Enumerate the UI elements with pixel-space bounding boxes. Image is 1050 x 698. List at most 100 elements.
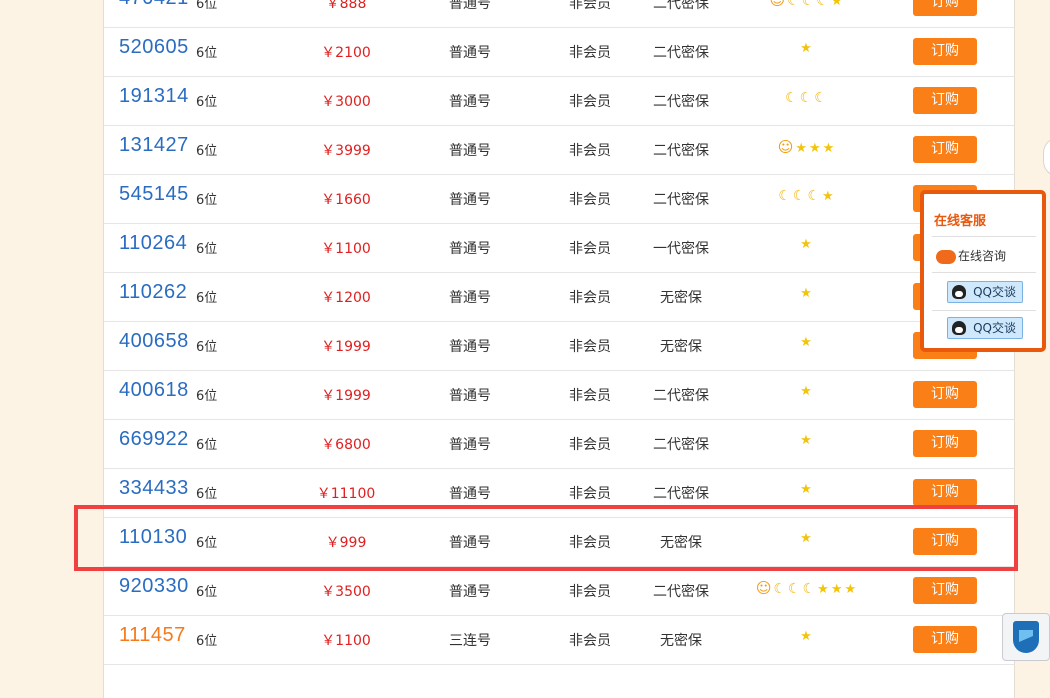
table-row: 400618 6位 ￥1999 普通号 非会员 二代密保 ★ 订购 — [104, 370, 1014, 420]
moon-icon: ☾ — [792, 188, 806, 204]
moon-icon: ☾ — [816, 0, 829, 9]
digit-count: 6位 — [196, 46, 218, 61]
member-status: 非会员 — [569, 486, 611, 502]
level-icons: ★ — [706, 433, 906, 449]
moon-icon: ☾ — [785, 90, 798, 106]
qq-number-link[interactable]: 110262 — [119, 281, 187, 304]
qq-chat-button[interactable]: QQ交谈 — [947, 317, 1023, 339]
sun-icon: ☺ — [769, 0, 786, 9]
table-row: 4006586位￥1999普通号非会员无密保★订购 — [104, 321, 1014, 371]
star-icon: ★ — [800, 433, 812, 448]
price: ￥3999 — [321, 143, 371, 159]
qq-penguin-icon — [952, 285, 966, 299]
level-icons: ☾ ☾ ☾ ★ — [706, 188, 906, 205]
table-row: 1102646位￥1100普通号非会员一代密保★订购 — [104, 223, 1014, 273]
divider — [932, 310, 1036, 311]
number-type: 三连号 — [449, 633, 491, 649]
chat-bubble-icon — [936, 249, 956, 264]
member-status: 非会员 — [569, 94, 611, 110]
moon-icon: ☾ — [787, 0, 800, 9]
table-row: 1102626位￥1200普通号非会员无密保★订购 — [104, 272, 1014, 322]
online-consult-link[interactable]: 在线咨询 — [936, 247, 1006, 264]
qq-number-link[interactable]: 334433 — [119, 477, 189, 500]
digit-count: 6位 — [196, 585, 218, 600]
price: ￥3000 — [321, 94, 371, 110]
order-button[interactable]: 订购 — [913, 381, 977, 408]
order-button[interactable]: 订购 — [913, 626, 977, 653]
qq-number-link[interactable]: 669922 — [119, 428, 189, 451]
qq-number-link[interactable]: 111457 — [119, 624, 186, 647]
order-button[interactable]: 订购 — [913, 577, 977, 604]
star-icon: ★ — [800, 384, 812, 399]
number-type: 普通号 — [449, 339, 491, 355]
side-tab[interactable] — [1043, 137, 1050, 177]
price: ￥888 — [325, 0, 367, 12]
online-service-panel: 在线客服 在线咨询 QQ交谈 QQ交谈 — [920, 190, 1046, 352]
star-icon: ★ — [800, 629, 812, 644]
qq-chat-button[interactable]: QQ交谈 — [947, 281, 1023, 303]
level-icons: ☺ ★ ★ ★ — [706, 139, 906, 157]
price: ￥1999 — [321, 388, 371, 404]
moon-icon: ☾ — [801, 0, 815, 9]
order-button[interactable]: 订购 — [913, 479, 977, 506]
moon-icon: ☾ — [788, 581, 801, 597]
table-row: 669922 6位 ￥6800 普通号 非会员 二代密保 ★ 订购 — [104, 419, 1014, 469]
digit-count: 6位 — [196, 193, 218, 208]
order-button[interactable]: 订购 — [913, 136, 977, 163]
digit-count: 6位 — [196, 487, 218, 502]
table-row: 5451456位￥1660普通号非会员二代密保☾☾☾★订购 — [104, 174, 1014, 224]
star-icon: ★ — [830, 0, 843, 9]
level-icons: ★ — [706, 482, 906, 498]
digit-count: 6位 — [196, 144, 218, 159]
level-icons: ★ — [706, 237, 906, 253]
star-icon: ★ — [800, 41, 812, 56]
level-icons: ★ — [706, 629, 906, 645]
qq-number-link[interactable]: 110264 — [119, 232, 187, 255]
star-icon: ★ — [795, 141, 807, 156]
qq-number-link[interactable]: 470421 — [119, 0, 189, 10]
member-status: 非会员 — [569, 584, 611, 600]
qq-number-link[interactable]: 400618 — [119, 379, 189, 402]
star-icon: ★ — [800, 482, 812, 497]
number-type: 普通号 — [449, 437, 491, 453]
level-icons: ★ — [706, 41, 906, 57]
number-type: 普通号 — [449, 94, 491, 110]
floating-shield-button[interactable] — [1002, 613, 1050, 661]
qq-number-link[interactable]: 545145 — [119, 183, 189, 206]
number-type: 普通号 — [449, 143, 491, 159]
qq-number-link[interactable]: 191314 — [119, 85, 189, 108]
moon-icon: ☾ — [773, 581, 787, 597]
moon-icon: ☾ — [814, 90, 827, 106]
digit-count: 6位 — [196, 634, 218, 649]
order-button[interactable]: 订购 — [913, 430, 977, 457]
member-status: 非会员 — [569, 0, 611, 12]
order-button[interactable]: 订购 — [913, 0, 977, 16]
member-status: 非会员 — [569, 437, 611, 453]
member-status: 非会员 — [569, 143, 611, 159]
order-button[interactable]: 订购 — [913, 87, 977, 114]
price: ￥2100 — [321, 45, 371, 61]
price: ￥11100 — [316, 486, 376, 502]
service-title: 在线客服 — [934, 214, 987, 229]
member-status: 非会员 — [569, 241, 611, 257]
number-type: 普通号 — [449, 0, 491, 12]
qq-number-link[interactable]: 920330 — [119, 575, 189, 598]
member-status: 非会员 — [569, 192, 611, 208]
price: ￥1660 — [321, 192, 371, 208]
order-button[interactable]: 订购 — [913, 38, 977, 65]
qq-number-link[interactable]: 520605 — [119, 36, 189, 59]
price: ￥6800 — [321, 437, 371, 453]
moon-icon: ☾ — [807, 188, 821, 204]
divider — [932, 272, 1036, 273]
member-status: 非会员 — [569, 290, 611, 306]
sun-icon: ☺ — [777, 138, 794, 156]
table-row: 191314 6位 ￥3000 普通号 非会员 二代密保 ☾ ☾ ☾ 订购 — [104, 76, 1014, 126]
qq-number-link[interactable]: 131427 — [119, 134, 189, 157]
table-row: 520605 6位 ￥2100 普通号 非会员 二代密保 ★ 订购 — [104, 27, 1014, 77]
qq-number-link[interactable]: 400658 — [119, 330, 189, 353]
number-type: 普通号 — [449, 486, 491, 502]
star-icon: ★ — [822, 189, 834, 204]
number-type: 普通号 — [449, 388, 491, 404]
member-status: 非会员 — [569, 45, 611, 61]
digit-count: 6位 — [196, 242, 218, 257]
